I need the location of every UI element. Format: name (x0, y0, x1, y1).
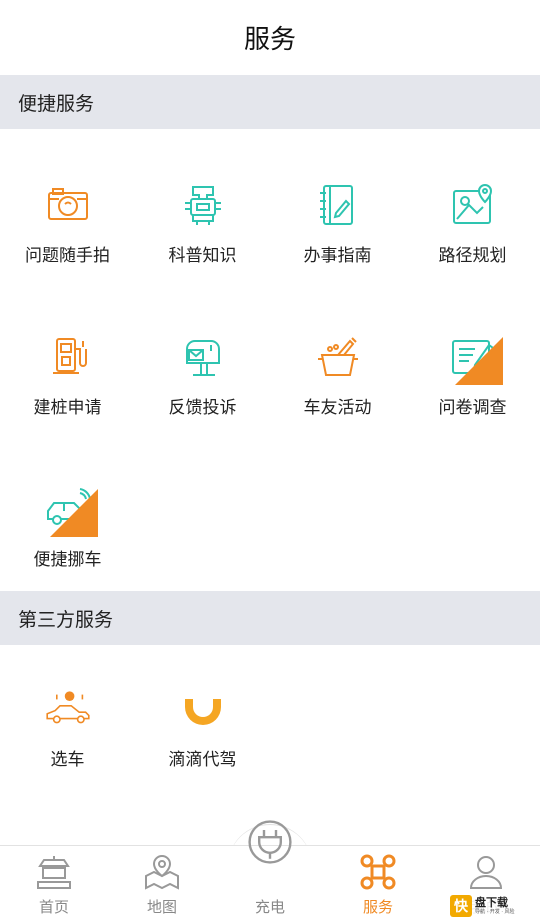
camera-icon (44, 181, 92, 229)
watermark-mark: 快 (450, 895, 472, 917)
service-label: 便捷挪车 (33, 550, 102, 570)
service-survey[interactable]: 问卷调查 (405, 287, 540, 431)
service-label: 反馈投诉 (168, 398, 237, 418)
section-header-convenient: 便捷服务 (0, 75, 540, 129)
tab-charge[interactable]: 充电 (216, 820, 324, 923)
page-header: 服务 (0, 0, 540, 75)
service-didi-driver[interactable]: 滴滴代驾 (135, 645, 270, 845)
services-icon (360, 854, 396, 890)
watermark-logo: 快 盘下载 导航 · 开发 · 风险 (450, 893, 538, 919)
third-party-services-grid: 选车 滴滴代驾 (0, 645, 540, 845)
service-pile-application[interactable]: 建桩申请 (0, 287, 135, 431)
service-route-planning[interactable]: 路径规划 (405, 135, 540, 279)
service-move-car[interactable]: 便捷挪车 (0, 439, 135, 583)
service-photo-report[interactable]: 问题随手拍 (0, 135, 135, 279)
charging-pile-icon (44, 333, 92, 381)
didi-logo-icon (179, 685, 227, 733)
tab-label: 地图 (146, 898, 177, 916)
notebook-icon (314, 181, 362, 229)
coming-soon-badge (454, 337, 503, 385)
service-label: 问卷调查 (438, 398, 507, 418)
map-pin-icon (145, 854, 179, 890)
tab-map[interactable]: 地图 (108, 846, 216, 923)
service-label: 科普知识 (168, 246, 237, 266)
service-choose-car[interactable]: 选车 (0, 645, 135, 845)
service-label: 车友活动 (303, 398, 372, 418)
champagne-bucket-icon (314, 333, 362, 381)
section-title: 第三方服务 (18, 608, 114, 631)
tab-label: 首页 (38, 898, 69, 916)
service-guide[interactable]: 办事指南 (270, 135, 405, 279)
service-label: 办事指南 (303, 246, 372, 266)
tab-home[interactable]: 首页 (0, 846, 108, 923)
convenient-services-grid: 问题随手拍 科普知识 办事指南 路径规划 建桩申请 反馈投诉 车友活动 问卷调查… (0, 129, 540, 591)
service-feedback[interactable]: 反馈投诉 (135, 287, 270, 431)
tab-label: 服务 (362, 898, 393, 916)
tab-services[interactable]: 服务 (324, 846, 432, 923)
chip-icon (179, 181, 227, 229)
watermark-subtext: 导航 · 开发 · 风险 (475, 909, 515, 915)
map-route-icon (449, 181, 497, 229)
tab-label: 充电 (254, 898, 285, 916)
service-label: 问题随手拍 (25, 246, 110, 266)
plug-icon (248, 820, 292, 864)
section-title: 便捷服务 (18, 92, 95, 115)
service-car-club[interactable]: 车友活动 (270, 287, 405, 431)
car-signal-icon (44, 485, 98, 537)
mailbox-icon (179, 333, 227, 381)
service-label: 选车 (50, 750, 85, 770)
temple-icon (37, 856, 71, 889)
watermark-text: 盘下载 (475, 896, 508, 909)
page-title: 服务 (243, 25, 296, 55)
survey-edit-icon (449, 333, 503, 385)
user-icon (469, 856, 503, 889)
coming-soon-badge (49, 489, 98, 537)
service-label: 建桩申请 (33, 398, 102, 418)
convertible-car-icon (44, 685, 92, 733)
service-label: 路径规划 (438, 246, 507, 266)
section-header-third-party: 第三方服务 (0, 591, 540, 645)
service-label: 滴滴代驾 (168, 750, 237, 770)
service-science-knowledge[interactable]: 科普知识 (135, 135, 270, 279)
